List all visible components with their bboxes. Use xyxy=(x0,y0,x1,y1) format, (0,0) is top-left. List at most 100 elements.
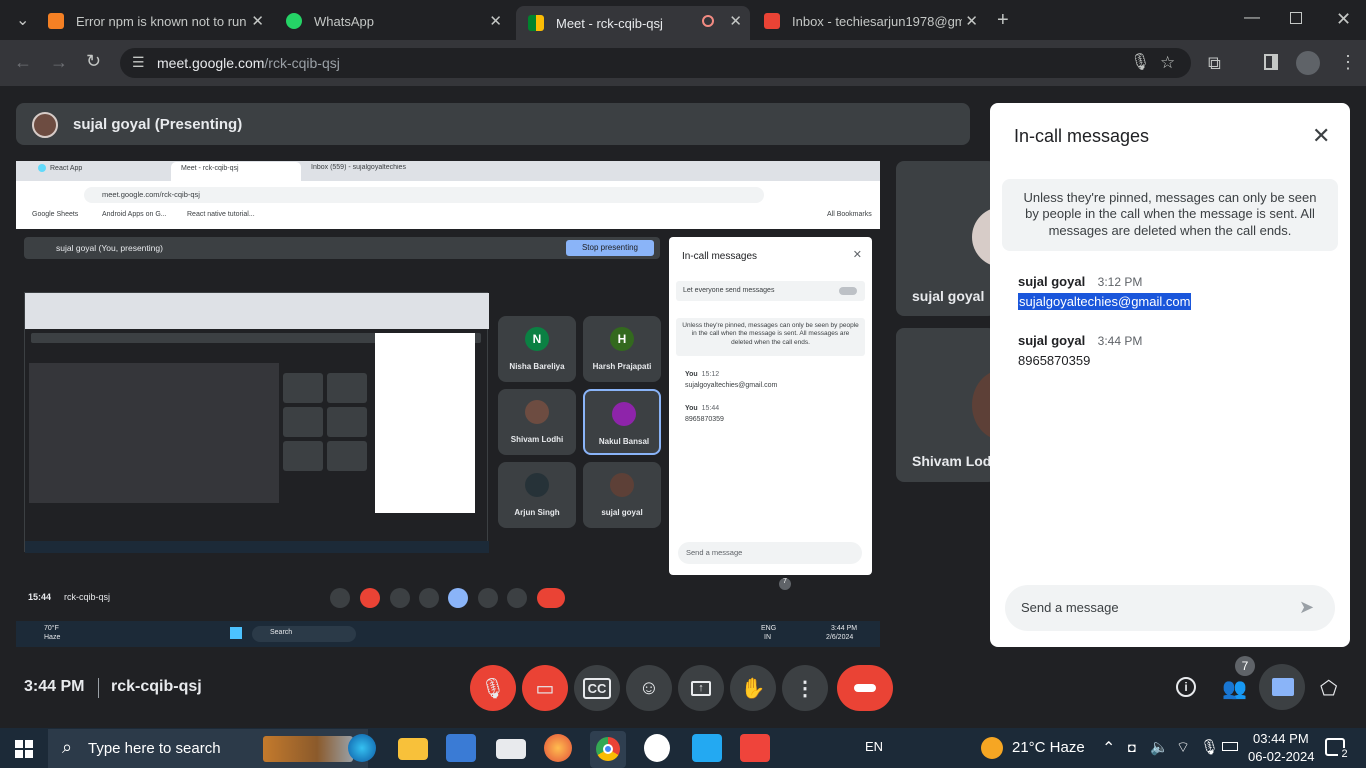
emoji-icon: ☺ xyxy=(638,676,660,699)
address-bar[interactable]: ☰ meet.google.com/rck-cqib-qsj 🎙 ☆ xyxy=(120,48,1191,78)
minimize-icon[interactable]: — xyxy=(1244,10,1260,26)
tab-gmail[interactable]: Inbox - techiesarjun1978@gmail ✕ xyxy=(752,6,986,36)
show-hidden-icons-icon[interactable]: ⌃ xyxy=(1102,738,1115,758)
windows-start-icon[interactable] xyxy=(15,740,33,758)
send-message-input[interactable]: Send a message ➤ xyxy=(1005,585,1335,631)
chat-button[interactable] xyxy=(1259,664,1305,710)
chat-icon xyxy=(1272,678,1294,696)
app-leaf-icon[interactable] xyxy=(644,734,670,762)
presenter-banner: sujal goyal (Presenting) xyxy=(16,103,970,145)
in-call-messages-panel: In-call messages ✕ Unless they're pinned… xyxy=(990,103,1350,647)
shared-participant-avatar xyxy=(525,473,549,497)
recording-indicator-icon xyxy=(702,15,714,27)
mic-tray-icon[interactable]: 🎙 xyxy=(1200,738,1219,756)
shared-taskbar: 70°F Haze Search ENG IN 3:44 PM 2/6/2024 xyxy=(16,621,880,647)
firefox-icon[interactable] xyxy=(544,734,572,762)
chrome-icon[interactable] xyxy=(590,731,626,768)
participant-tile-sujal[interactable]: sujal goyal xyxy=(896,161,996,316)
people-button[interactable]: 👥 xyxy=(1222,676,1247,701)
shared-participant-avatar xyxy=(525,400,549,424)
shared-participant-name: sujal goyal xyxy=(601,508,643,517)
activities-icon[interactable]: ⬠ xyxy=(1320,676,1337,701)
whatsapp-icon xyxy=(286,13,302,29)
reactions-button[interactable]: ☺ xyxy=(626,665,672,711)
close-tab-icon[interactable]: ✕ xyxy=(729,12,742,30)
weather-text[interactable]: 21°C Haze xyxy=(1012,739,1085,756)
shared-participant-avatar xyxy=(612,402,636,426)
shared-participant-name: Shivam Lodhi xyxy=(510,435,564,444)
shared-participant-name: Nakul Bansal xyxy=(598,437,650,446)
site-info-icon[interactable]: ☰ xyxy=(132,55,145,69)
shared-tab-meet: Meet - rck-cqib-qsj xyxy=(171,162,301,181)
restore-icon[interactable] xyxy=(1290,12,1302,24)
raise-hand-button[interactable]: ✋ xyxy=(730,665,776,711)
url-text: meet.google.com/rck-cqib-qsj xyxy=(157,55,340,71)
tab-stackoverflow[interactable]: Error npm is known not to run o ✕ xyxy=(36,6,272,36)
more-options-button[interactable]: ⋮ xyxy=(782,665,828,711)
close-icon[interactable]: ✕ xyxy=(1312,123,1330,149)
shared-participant-name: Harsh Prajapati xyxy=(592,362,652,371)
stack-overflow-icon xyxy=(48,13,64,29)
hand-icon: ✋ xyxy=(740,677,766,700)
send-icon[interactable]: ➤ xyxy=(1299,597,1314,618)
new-tab-icon[interactable]: + xyxy=(997,10,1009,30)
participant-tile-shivam[interactable]: Shivam Lodh xyxy=(896,328,996,482)
microphone-icon[interactable]: 🎙 xyxy=(1130,55,1150,71)
shared-participant-tile: N Nisha Bareliya xyxy=(498,316,576,382)
present-screen-button[interactable]: ↑ xyxy=(678,665,724,711)
shared-close-icon: ✕ xyxy=(852,249,862,261)
mic-off-button[interactable]: 🎙 xyxy=(470,665,516,711)
battery-icon[interactable] xyxy=(1222,742,1238,751)
browser-tab-strip: ⌄ Error npm is known not to run o ✕ What… xyxy=(0,0,1366,40)
shared-tab-strip: React App Meet - rck-cqib-qsj Inbox (559… xyxy=(16,161,880,181)
shared-participant-name: Arjun Singh xyxy=(514,508,560,517)
file-explorer-icon[interactable] xyxy=(398,738,428,760)
captions-button[interactable]: CC xyxy=(574,665,620,711)
shared-tab-react: React App xyxy=(38,164,166,172)
chat-message-text[interactable]: sujalgoyaltechies@gmail.com xyxy=(1018,293,1192,310)
reload-icon[interactable]: ↻ xyxy=(86,52,101,70)
taskbar-date[interactable]: 06-02-2024 xyxy=(1248,749,1315,764)
shared-participant-avatar: H xyxy=(610,327,634,351)
tab-meet[interactable]: Meet - rck-cqib-qsj ✕ xyxy=(516,6,750,40)
presenter-name: sujal goyal (Presenting) xyxy=(73,116,243,133)
shared-participant-tile: Shivam Lodhi xyxy=(498,389,576,455)
taskbar-time[interactable]: 03:44 PM xyxy=(1253,731,1309,746)
speaker-icon[interactable]: 🔈 xyxy=(1150,738,1169,756)
bookmark-star-icon[interactable]: ☆ xyxy=(1160,54,1175,71)
chat-panel-title: In-call messages xyxy=(1014,126,1150,146)
shared-participant-tile: Nakul Bansal xyxy=(583,389,661,455)
side-panel-icon[interactable] xyxy=(1264,54,1278,70)
close-tab-icon[interactable]: ✕ xyxy=(251,12,264,30)
camera-off-button[interactable]: ▭ xyxy=(522,665,568,711)
search-widget-icon xyxy=(263,736,353,762)
forward-icon[interactable]: → xyxy=(50,53,68,71)
mail-icon[interactable] xyxy=(496,739,526,759)
edge-icon[interactable] xyxy=(348,734,376,762)
close-tab-icon[interactable]: ✕ xyxy=(965,12,978,30)
camera-tray-icon[interactable]: ◘ xyxy=(1128,740,1136,755)
close-tab-icon[interactable]: ✕ xyxy=(489,12,502,30)
network-icon[interactable]: ⌔ xyxy=(1176,738,1190,757)
notification-count-badge: 2 xyxy=(1338,748,1351,762)
shared-stop-presenting-button: Stop presenting xyxy=(566,240,654,256)
meeting-details-icon[interactable]: i xyxy=(1176,677,1196,697)
tab-whatsapp[interactable]: WhatsApp ✕ xyxy=(274,6,510,36)
search-icon: ⌕ xyxy=(62,737,73,757)
browser-menu-icon[interactable]: ⋮ xyxy=(1339,53,1357,71)
tab-search-chevron-icon[interactable]: ⌄ xyxy=(16,13,29,29)
more-vert-icon: ⋮ xyxy=(795,677,815,700)
taskbar-search-box[interactable]: ⌕ Type here to search xyxy=(48,729,368,768)
vscode-icon[interactable] xyxy=(692,734,722,762)
close-window-icon[interactable]: ✕ xyxy=(1336,10,1351,28)
chat-notice: Unless they're pinned, messages can only… xyxy=(1002,179,1338,251)
language-indicator[interactable]: EN xyxy=(865,739,883,754)
anydesk-icon[interactable] xyxy=(740,734,770,762)
back-icon[interactable]: ← xyxy=(14,53,32,71)
leave-call-button[interactable] xyxy=(837,665,893,711)
profile-avatar[interactable] xyxy=(1296,51,1320,75)
extensions-icon[interactable]: ⧉ xyxy=(1208,54,1221,72)
microsoft-store-icon[interactable] xyxy=(446,734,476,762)
divider xyxy=(98,678,99,698)
shared-control-bar: 15:44 rck-cqib-qsj 7 xyxy=(16,578,880,614)
